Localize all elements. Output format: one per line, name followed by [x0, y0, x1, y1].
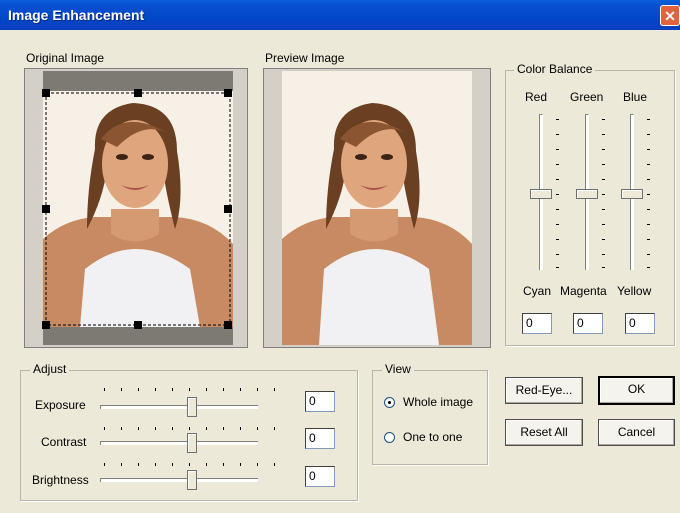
adjust-title: Adjust [30, 362, 70, 376]
close-button[interactable]: ✕ [660, 5, 680, 26]
cyan-label: Cyan [523, 284, 552, 298]
yellow-label: Yellow [617, 284, 652, 298]
blue-yellow-slider-thumb[interactable] [621, 189, 643, 199]
portrait-photo [43, 91, 233, 327]
close-icon: ✕ [664, 8, 676, 24]
reset-all-button[interactable]: Reset All [505, 419, 583, 446]
window-title: Image Enhancement [8, 7, 145, 23]
green-label: Green [570, 90, 604, 104]
view-group [372, 370, 488, 465]
green-magenta-slider-thumb[interactable] [576, 189, 598, 199]
brightness-label: Brightness [32, 473, 89, 487]
contrast-slider-thumb[interactable] [187, 433, 197, 453]
original-image-label: Original Image [26, 51, 105, 65]
green-magenta-value-field[interactable]: 0 [573, 313, 603, 334]
red-label: Red [525, 90, 548, 104]
magenta-label: Magenta [560, 284, 607, 298]
ok-button[interactable]: OK [598, 376, 675, 405]
cancel-button[interactable]: Cancel [598, 419, 675, 446]
whole-image-label[interactable]: Whole image [403, 395, 473, 409]
view-title: View [382, 362, 414, 376]
original-image [25, 69, 247, 347]
brightness-value-field[interactable]: 0 [305, 466, 335, 487]
image-enhancement-dialog: Image Enhancement ✕ Original Image Previ… [0, 0, 680, 513]
exposure-value-field[interactable]: 0 [305, 391, 335, 412]
preview-image-panel [263, 68, 491, 348]
color-balance-group [505, 70, 675, 346]
brightness-slider-thumb[interactable] [187, 470, 197, 490]
preview-image-label: Preview Image [265, 51, 345, 65]
red-cyan-slider-thumb[interactable] [530, 189, 552, 199]
whole-image-radio[interactable] [384, 397, 395, 408]
contrast-slider-track[interactable] [100, 441, 258, 445]
exposure-slider-track[interactable] [100, 405, 258, 409]
blue-label: Blue [623, 90, 648, 104]
one-to-one-label[interactable]: One to one [403, 430, 462, 444]
one-to-one-radio[interactable] [384, 432, 395, 443]
red-eye-button[interactable]: Red-Eye... [505, 377, 583, 404]
exposure-label: Exposure [35, 398, 86, 412]
original-image-panel [24, 68, 248, 348]
contrast-value-field[interactable]: 0 [305, 428, 335, 449]
blue-yellow-value-field[interactable]: 0 [625, 313, 655, 334]
color-balance-title: Color Balance [514, 62, 596, 76]
contrast-label: Contrast [41, 435, 87, 449]
title-bar[interactable]: Image Enhancement ✕ [0, 0, 680, 30]
exposure-slider-thumb[interactable] [187, 397, 197, 417]
preview-image [264, 69, 490, 347]
brightness-slider-track[interactable] [100, 478, 258, 482]
red-cyan-value-field[interactable]: 0 [522, 313, 552, 334]
